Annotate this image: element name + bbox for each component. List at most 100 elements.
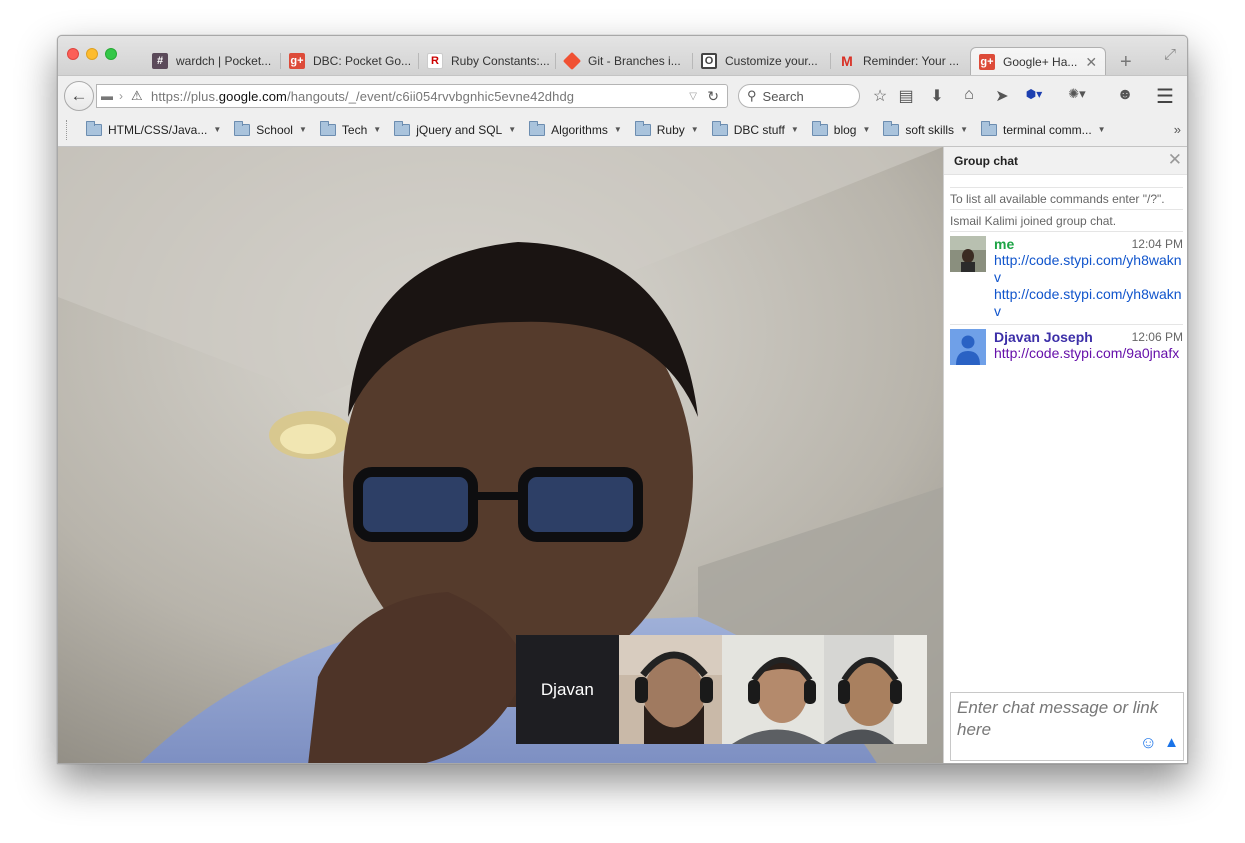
url-bar[interactable]: ▬ › ⚠ https://plus.google.com/hangouts/_… <box>96 84 728 108</box>
chevron-down-icon: ▼ <box>298 125 307 134</box>
participant-thumbnail-2[interactable] <box>618 635 722 744</box>
tab-customize[interactable]: O Customize your... <box>693 47 831 75</box>
message-timestamp: 12:04 PM <box>1131 237 1183 251</box>
close-tab-icon[interactable]: ✕ <box>1085 54 1097 71</box>
google-plus-icon: g+ <box>979 54 995 70</box>
bookmarks-grip <box>66 119 72 140</box>
participant-video <box>618 635 722 744</box>
folder-icon <box>394 120 411 136</box>
downloads-icon[interactable]: ⬇ <box>927 86 947 106</box>
close-chat-icon[interactable]: ✕ <box>1168 150 1182 170</box>
message-timestamp: 12:06 PM <box>1131 330 1183 344</box>
warning-icon[interactable]: ⚠ <box>131 88 147 104</box>
close-window-button[interactable] <box>67 48 79 60</box>
fullscreen-icon[interactable]: ⤢ <box>1164 46 1176 63</box>
tab-label: Customize your... <box>725 54 818 68</box>
history-dropdown-icon[interactable]: ▽ <box>689 91 697 102</box>
share-icon[interactable]: ➤ <box>992 86 1012 106</box>
folder-icon <box>634 120 651 136</box>
bookmark-folder[interactable]: blog ▼ <box>811 120 871 137</box>
tab-dbc-pocket[interactable]: g+ DBC: Pocket Go... <box>281 47 419 75</box>
bookmark-folder[interactable]: jQuery and SQL ▼ <box>394 120 516 137</box>
chat-message: Djavan Joseph 12:06 PM http://code.stypi… <box>950 324 1183 366</box>
bookmarks-bar: HTML/CSS/Java... ▼ School ▼ Tech ▼ jQuery a… <box>58 113 1187 147</box>
pages-icon[interactable]: ▬ <box>101 89 119 103</box>
bookmark-star-icon[interactable]: ☆ <box>870 86 890 106</box>
search-input[interactable]: ⚲ Search <box>738 84 860 108</box>
participant-thumbnail-4[interactable] <box>824 635 927 744</box>
tab-wardch[interactable]: # wardch | Pocket... <box>144 47 281 75</box>
folder-icon <box>234 120 251 136</box>
bookmark-folder[interactable]: Algorithms ▼ <box>529 120 622 137</box>
tab-google-hangouts[interactable]: g+ Google+ Ha... ✕ <box>970 47 1106 76</box>
message-link[interactable]: http://code.stypi.com​/yh8waknv <box>994 286 1183 320</box>
folder-icon <box>980 120 997 136</box>
back-button[interactable]: ← <box>64 81 94 111</box>
emoji-icon[interactable]: ☺ <box>1140 732 1157 754</box>
new-tab-button[interactable]: + <box>1120 51 1132 74</box>
tab-git-branches[interactable]: Git - Branches i... <box>556 47 693 75</box>
url-text[interactable]: https://plus.google.com/hangouts/_/event… <box>151 89 574 104</box>
tab-favicon-icon: O <box>701 53 717 69</box>
chevron-down-icon: ▼ <box>613 125 622 134</box>
bookmark-folder[interactable]: School ▼ <box>234 120 307 137</box>
chat-bubble-icon[interactable]: ☻ <box>1115 86 1135 104</box>
tab-favicon-icon: # <box>152 53 168 69</box>
participant-video <box>824 635 927 744</box>
zoom-window-button[interactable] <box>105 48 117 60</box>
folder-icon <box>529 120 546 136</box>
more-bookmarks-icon[interactable]: » <box>1174 122 1181 137</box>
extension-icon[interactable]: ✺▾ <box>1067 86 1087 102</box>
group-chat-panel: Group chat ✕ To list all available comma… <box>943 147 1187 763</box>
chat-message-input[interactable]: Enter chat message or link here ☺ ▲ <box>950 692 1184 761</box>
tab-label: Google+ Ha... <box>1003 55 1078 69</box>
main-video-feed: Djavan <box>58 147 943 763</box>
chevron-down-icon: ▼ <box>1097 125 1106 134</box>
avatar[interactable] <box>950 329 986 365</box>
chat-message: me 12:04 PM http://code.stypi.com​/yh8wa… <box>950 231 1183 324</box>
message-link[interactable]: http://code.stypi.com​/9a0jnafx <box>994 345 1183 362</box>
forward-icon[interactable]: › <box>119 89 129 103</box>
minimize-window-button[interactable] <box>86 48 98 60</box>
tab-gmail-reminder[interactable]: M Reminder: Your ... <box>831 47 968 75</box>
message-link[interactable]: http://code.stypi.com​/yh8waknv <box>994 252 1183 286</box>
bookmark-folder[interactable]: Tech ▼ <box>319 120 381 137</box>
chat-title: Group chat <box>954 153 1019 168</box>
participant-thumbnail-djavan[interactable]: Djavan <box>516 635 619 744</box>
bookmark-folder[interactable]: soft skills ▼ <box>883 120 968 137</box>
chat-header: Group chat <box>944 147 1187 175</box>
tab-label: Reminder: Your ... <box>863 54 960 68</box>
chevron-down-icon: ▼ <box>862 125 871 134</box>
avatar[interactable] <box>950 236 986 272</box>
chevron-down-icon: ▼ <box>790 125 799 134</box>
bookmark-folder[interactable]: terminal comm... ▼ <box>980 120 1106 137</box>
reading-list-icon[interactable]: ▤ <box>896 86 916 106</box>
participant-name: Djavan <box>540 679 594 699</box>
git-icon <box>562 51 582 71</box>
adblock-icon[interactable]: ⬢▾ <box>1024 87 1044 101</box>
navigation-bar: ▬ › ⚠ https://plus.google.com/hangouts/_… <box>58 75 1187 113</box>
chevron-down-icon: ▼ <box>213 125 222 134</box>
bookmark-folder[interactable]: Ruby ▼ <box>634 120 699 137</box>
google-plus-icon: g+ <box>289 53 305 69</box>
participant-thumbnails: Djavan <box>516 635 927 744</box>
drive-share-icon[interactable]: ▲ <box>1164 732 1179 754</box>
gmail-icon: M <box>841 53 853 69</box>
browser-window: # wardch | Pocket... g+ DBC: Pocket Go..… <box>57 35 1188 764</box>
chat-input-placeholder: Enter chat message or link here <box>957 698 1159 739</box>
tab-strip: # wardch | Pocket... g+ DBC: Pocket Go..… <box>58 36 1187 76</box>
tab-label: wardch | Pocket... <box>176 54 272 68</box>
hamburger-menu-icon[interactable]: ☰ <box>1156 84 1174 109</box>
tab-label: Git - Branches i... <box>588 54 681 68</box>
participant-thumbnail-3[interactable] <box>721 635 825 744</box>
chevron-down-icon: ▼ <box>960 125 968 134</box>
ruby-doc-icon: R <box>427 53 443 69</box>
folder-icon <box>811 120 828 136</box>
page-content: Djavan Group chat ✕ To list all availabl… <box>58 147 1187 763</box>
bookmark-folder[interactable]: DBC stuff ▼ <box>711 120 799 137</box>
home-icon[interactable]: ⌂ <box>959 86 979 104</box>
bookmark-folder[interactable]: HTML/CSS/Java... ▼ <box>86 120 222 137</box>
tab-ruby-constants[interactable]: R Ruby Constants:... <box>419 47 556 75</box>
search-icon: ⚲ <box>747 88 757 103</box>
reload-icon[interactable]: ↻ <box>707 88 719 105</box>
